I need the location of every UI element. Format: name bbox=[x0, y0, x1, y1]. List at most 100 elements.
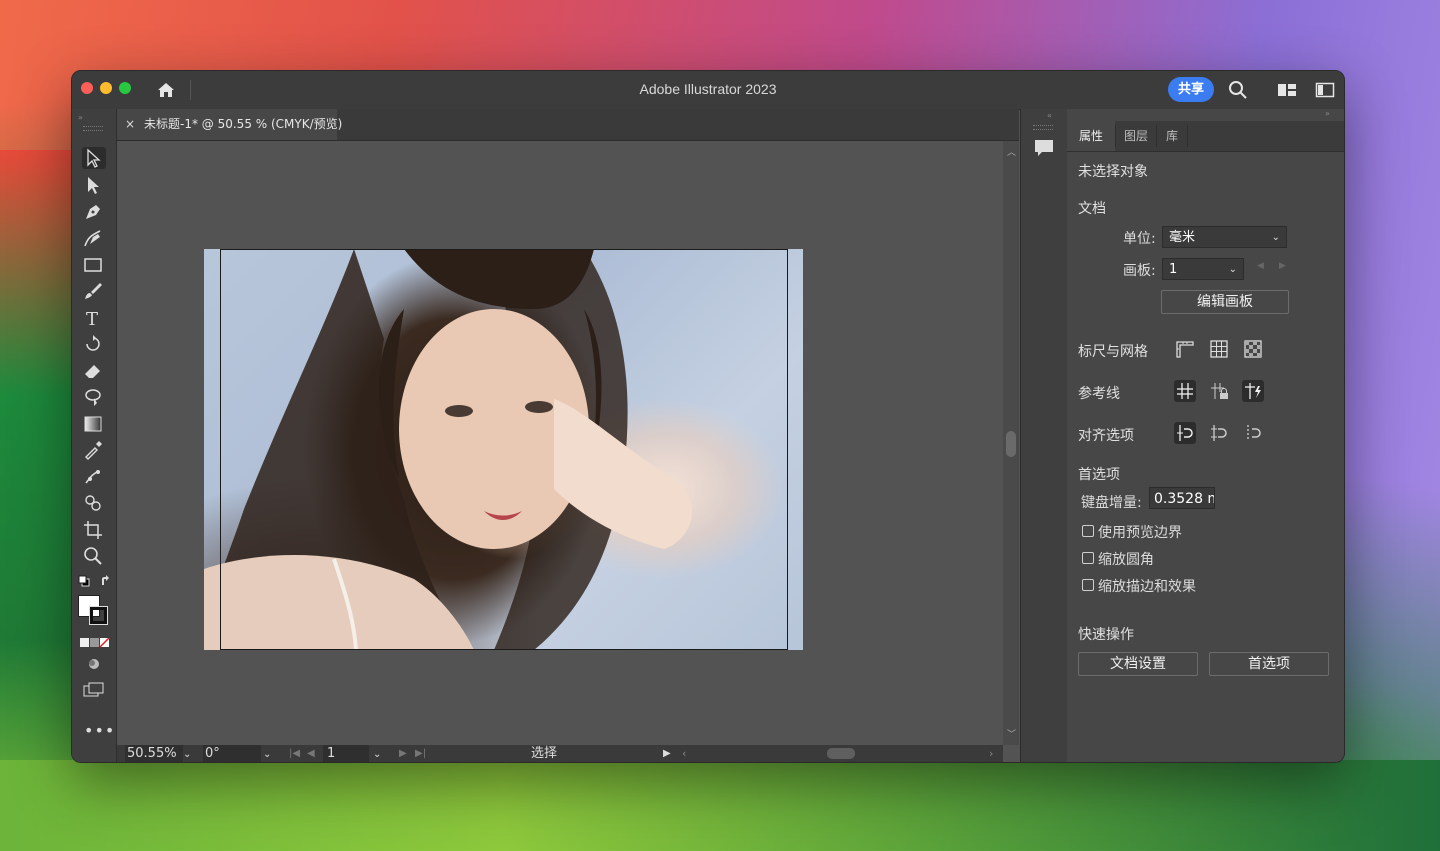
snap-to-glyph-icon[interactable] bbox=[1242, 422, 1264, 444]
tools-panel: » T ••• bbox=[72, 109, 117, 762]
tab-divider bbox=[1187, 125, 1188, 147]
shape-builder-tool-icon[interactable] bbox=[82, 492, 106, 514]
tab-properties[interactable]: 属性 bbox=[1067, 121, 1115, 151]
document-section-title: 文档 bbox=[1078, 201, 1106, 217]
share-button[interactable]: 共享 bbox=[1168, 77, 1214, 102]
artboard-number-value: 1 bbox=[327, 746, 336, 761]
placed-photo[interactable] bbox=[204, 249, 803, 650]
artboard-number-field[interactable]: 1 bbox=[323, 745, 369, 762]
status-menu-icon[interactable]: ▶ bbox=[663, 745, 671, 762]
keyboard-increment-input[interactable]: 0.3528 m bbox=[1149, 487, 1215, 509]
smart-guides-icon[interactable] bbox=[1242, 380, 1264, 402]
preferences-button[interactable]: 首选项 bbox=[1209, 652, 1329, 676]
canvas-area[interactable] bbox=[117, 141, 1003, 745]
comments-icon[interactable] bbox=[1033, 137, 1055, 159]
stroke-color-swatch[interactable] bbox=[89, 606, 108, 625]
artboard-select[interactable]: 1 ⌄ bbox=[1162, 258, 1244, 280]
show-guides-icon[interactable] bbox=[1174, 380, 1196, 402]
scroll-right-icon[interactable]: › bbox=[989, 745, 993, 762]
grid-icon[interactable] bbox=[1208, 338, 1230, 360]
rotate-tool-icon[interactable] bbox=[82, 333, 106, 355]
grip-icon[interactable] bbox=[83, 126, 103, 131]
snap-to-pixel-icon[interactable] bbox=[1208, 422, 1230, 444]
close-tab-icon[interactable]: × bbox=[125, 109, 135, 140]
search-icon[interactable] bbox=[1228, 80, 1248, 100]
scroll-left-icon[interactable]: ‹ bbox=[682, 745, 686, 762]
document-tab-bar: × 未标题-1* @ 50.55 % (CMYK/预览) bbox=[117, 109, 1019, 141]
scale-strokes-effects-label: 缩放描边和效果 bbox=[1098, 579, 1196, 595]
document-setup-button[interactable]: 文档设置 bbox=[1078, 652, 1198, 676]
scroll-down-icon[interactable]: ﹀ bbox=[1007, 727, 1016, 740]
panel-layout-icon[interactable] bbox=[1315, 80, 1335, 100]
previous-artboard-icon[interactable]: ◀ bbox=[1257, 261, 1264, 271]
use-preview-bounds-checkbox[interactable] bbox=[1082, 525, 1094, 537]
panel-tabs: 属性 图层 库 bbox=[1067, 121, 1344, 152]
direct-selection-tool-icon[interactable] bbox=[82, 174, 106, 196]
rectangle-tool-icon[interactable] bbox=[82, 254, 106, 276]
last-artboard-icon[interactable]: ▶| bbox=[415, 745, 426, 762]
scale-corners-checkbox[interactable] bbox=[1082, 552, 1094, 564]
scroll-up-icon[interactable]: ︿ bbox=[1007, 145, 1016, 158]
units-select[interactable]: 毫米 ⌄ bbox=[1162, 226, 1287, 248]
more-tools-icon[interactable]: ••• bbox=[84, 721, 115, 740]
horizontal-scroll-thumb[interactable] bbox=[827, 748, 855, 759]
artboard-dropdown-icon[interactable]: ⌄ bbox=[373, 745, 387, 762]
zoom-dropdown-icon[interactable]: ⌄ bbox=[183, 745, 197, 762]
rotation-field[interactable]: 0° bbox=[203, 745, 261, 762]
first-artboard-icon[interactable]: |◀ bbox=[289, 745, 300, 762]
guides-label: 参考线 bbox=[1078, 386, 1120, 402]
keyboard-increment-label: 键盘增量: bbox=[1081, 495, 1142, 511]
lasso-tool-icon[interactable] bbox=[82, 386, 106, 408]
rotation-value: 0° bbox=[205, 746, 220, 761]
tab-libraries[interactable]: 库 bbox=[1157, 121, 1187, 151]
artboard-value: 1 bbox=[1169, 262, 1178, 277]
units-label: 单位: bbox=[1123, 231, 1156, 247]
screen-mode-icon[interactable] bbox=[83, 682, 105, 698]
next-artboard-icon[interactable]: ▶ bbox=[399, 745, 407, 762]
collapse-panel-icon[interactable]: » bbox=[1325, 109, 1330, 118]
rulers-icon[interactable] bbox=[1174, 338, 1196, 360]
tab-layers[interactable]: 图层 bbox=[1116, 121, 1156, 151]
puppet-warp-tool-icon[interactable] bbox=[82, 466, 106, 488]
no-selection-label: 未选择对象 bbox=[1078, 164, 1148, 180]
draw-mode-icon[interactable] bbox=[86, 657, 102, 671]
zoom-level-value: 50.55% bbox=[127, 746, 177, 761]
default-colors-icon[interactable] bbox=[78, 575, 90, 587]
chevron-down-icon: ⌄ bbox=[1271, 232, 1280, 243]
expand-panels-icon[interactable]: « bbox=[1047, 111, 1052, 120]
eyedropper-tool-icon[interactable] bbox=[82, 439, 106, 461]
window-title: Adobe Illustrator 2023 bbox=[639, 81, 777, 97]
curvature-tool-icon[interactable] bbox=[82, 227, 106, 249]
collapse-icon[interactable]: » bbox=[78, 113, 83, 122]
snap-to-point-icon[interactable] bbox=[1174, 422, 1196, 444]
vertical-scroll-thumb[interactable] bbox=[1006, 431, 1016, 457]
vertical-scrollbar[interactable]: ︿ ﹀ bbox=[1003, 141, 1019, 745]
document-tab[interactable]: × 未标题-1* @ 50.55 % (CMYK/预览) bbox=[117, 109, 342, 140]
use-preview-bounds-label: 使用预览边界 bbox=[1098, 525, 1182, 541]
lock-guides-icon[interactable] bbox=[1208, 380, 1230, 402]
previous-artboard-icon[interactable]: ◀ bbox=[307, 745, 315, 762]
grip-icon[interactable] bbox=[1033, 125, 1053, 130]
zoom-tool-icon[interactable] bbox=[82, 545, 106, 567]
color-mode-buttons[interactable] bbox=[80, 637, 110, 648]
rulers-grids-label: 标尺与网格 bbox=[1078, 344, 1148, 360]
zoom-level-field[interactable]: 50.55% bbox=[125, 745, 183, 762]
type-tool-icon[interactable]: T bbox=[82, 307, 106, 330]
collapsed-panel-strip: « bbox=[1020, 109, 1068, 762]
selection-tool-icon[interactable] bbox=[82, 147, 106, 169]
transparency-grid-icon[interactable] bbox=[1242, 338, 1264, 360]
scale-strokes-effects-checkbox[interactable] bbox=[1082, 579, 1094, 591]
workspace-switcher-icon[interactable] bbox=[1277, 80, 1297, 100]
artboard-tool-icon[interactable] bbox=[82, 519, 106, 541]
eraser-tool-icon[interactable] bbox=[82, 360, 106, 382]
gradient-tool-icon[interactable] bbox=[82, 413, 106, 435]
pen-tool-icon[interactable] bbox=[82, 201, 106, 223]
desktop-wallpaper-bottom bbox=[0, 760, 1440, 851]
swap-colors-icon[interactable] bbox=[100, 575, 112, 587]
artboard-label: 画板: bbox=[1123, 263, 1156, 279]
edit-artboards-button[interactable]: 编辑画板 bbox=[1161, 290, 1289, 314]
rotation-dropdown-icon[interactable]: ⌄ bbox=[263, 745, 277, 762]
paintbrush-tool-icon[interactable] bbox=[82, 280, 106, 302]
units-value: 毫米 bbox=[1169, 230, 1196, 245]
next-artboard-icon[interactable]: ▶ bbox=[1279, 261, 1286, 271]
